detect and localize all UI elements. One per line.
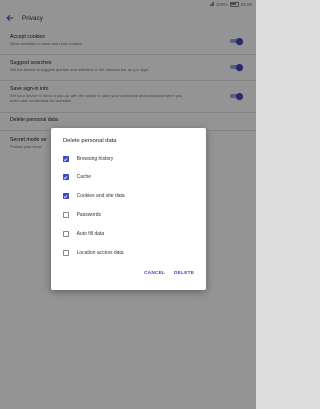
option-auto-fill-data[interactable]: Auto fill data xyxy=(63,230,104,238)
option-cookies-and-site-data[interactable]: Cookies and site data xyxy=(63,192,125,200)
option-browsing-history[interactable]: Browsing history xyxy=(63,155,113,163)
cancel-button[interactable]: CANCEL xyxy=(144,271,165,276)
option-cache[interactable]: Cache xyxy=(63,173,91,181)
checkbox[interactable] xyxy=(63,193,69,199)
checkmark-icon xyxy=(64,157,68,161)
checkbox[interactable] xyxy=(63,156,69,162)
checkmark-icon xyxy=(64,194,68,198)
option-label: Cache xyxy=(76,174,92,180)
option-passwords[interactable]: Passwords xyxy=(63,211,101,219)
delete-button[interactable]: DELETE xyxy=(174,271,194,276)
checkbox[interactable] xyxy=(63,250,69,256)
option-label: Cookies and site data xyxy=(76,193,125,199)
delete-personal-data-dialog: Delete personal data Browsing history Ca… xyxy=(51,128,206,290)
option-label: Browsing history xyxy=(76,156,114,162)
option-label: Location access data xyxy=(76,250,124,256)
option-location-access-data[interactable]: Location access data xyxy=(63,249,124,257)
option-label: Auto fill data xyxy=(76,231,105,237)
checkbox[interactable] xyxy=(63,231,69,237)
dialog-title: Delete personal data xyxy=(63,138,117,144)
option-label: Passwords xyxy=(76,212,102,218)
checkmark-icon xyxy=(64,175,68,179)
checkbox[interactable] xyxy=(63,212,69,218)
checkbox[interactable] xyxy=(63,174,69,180)
